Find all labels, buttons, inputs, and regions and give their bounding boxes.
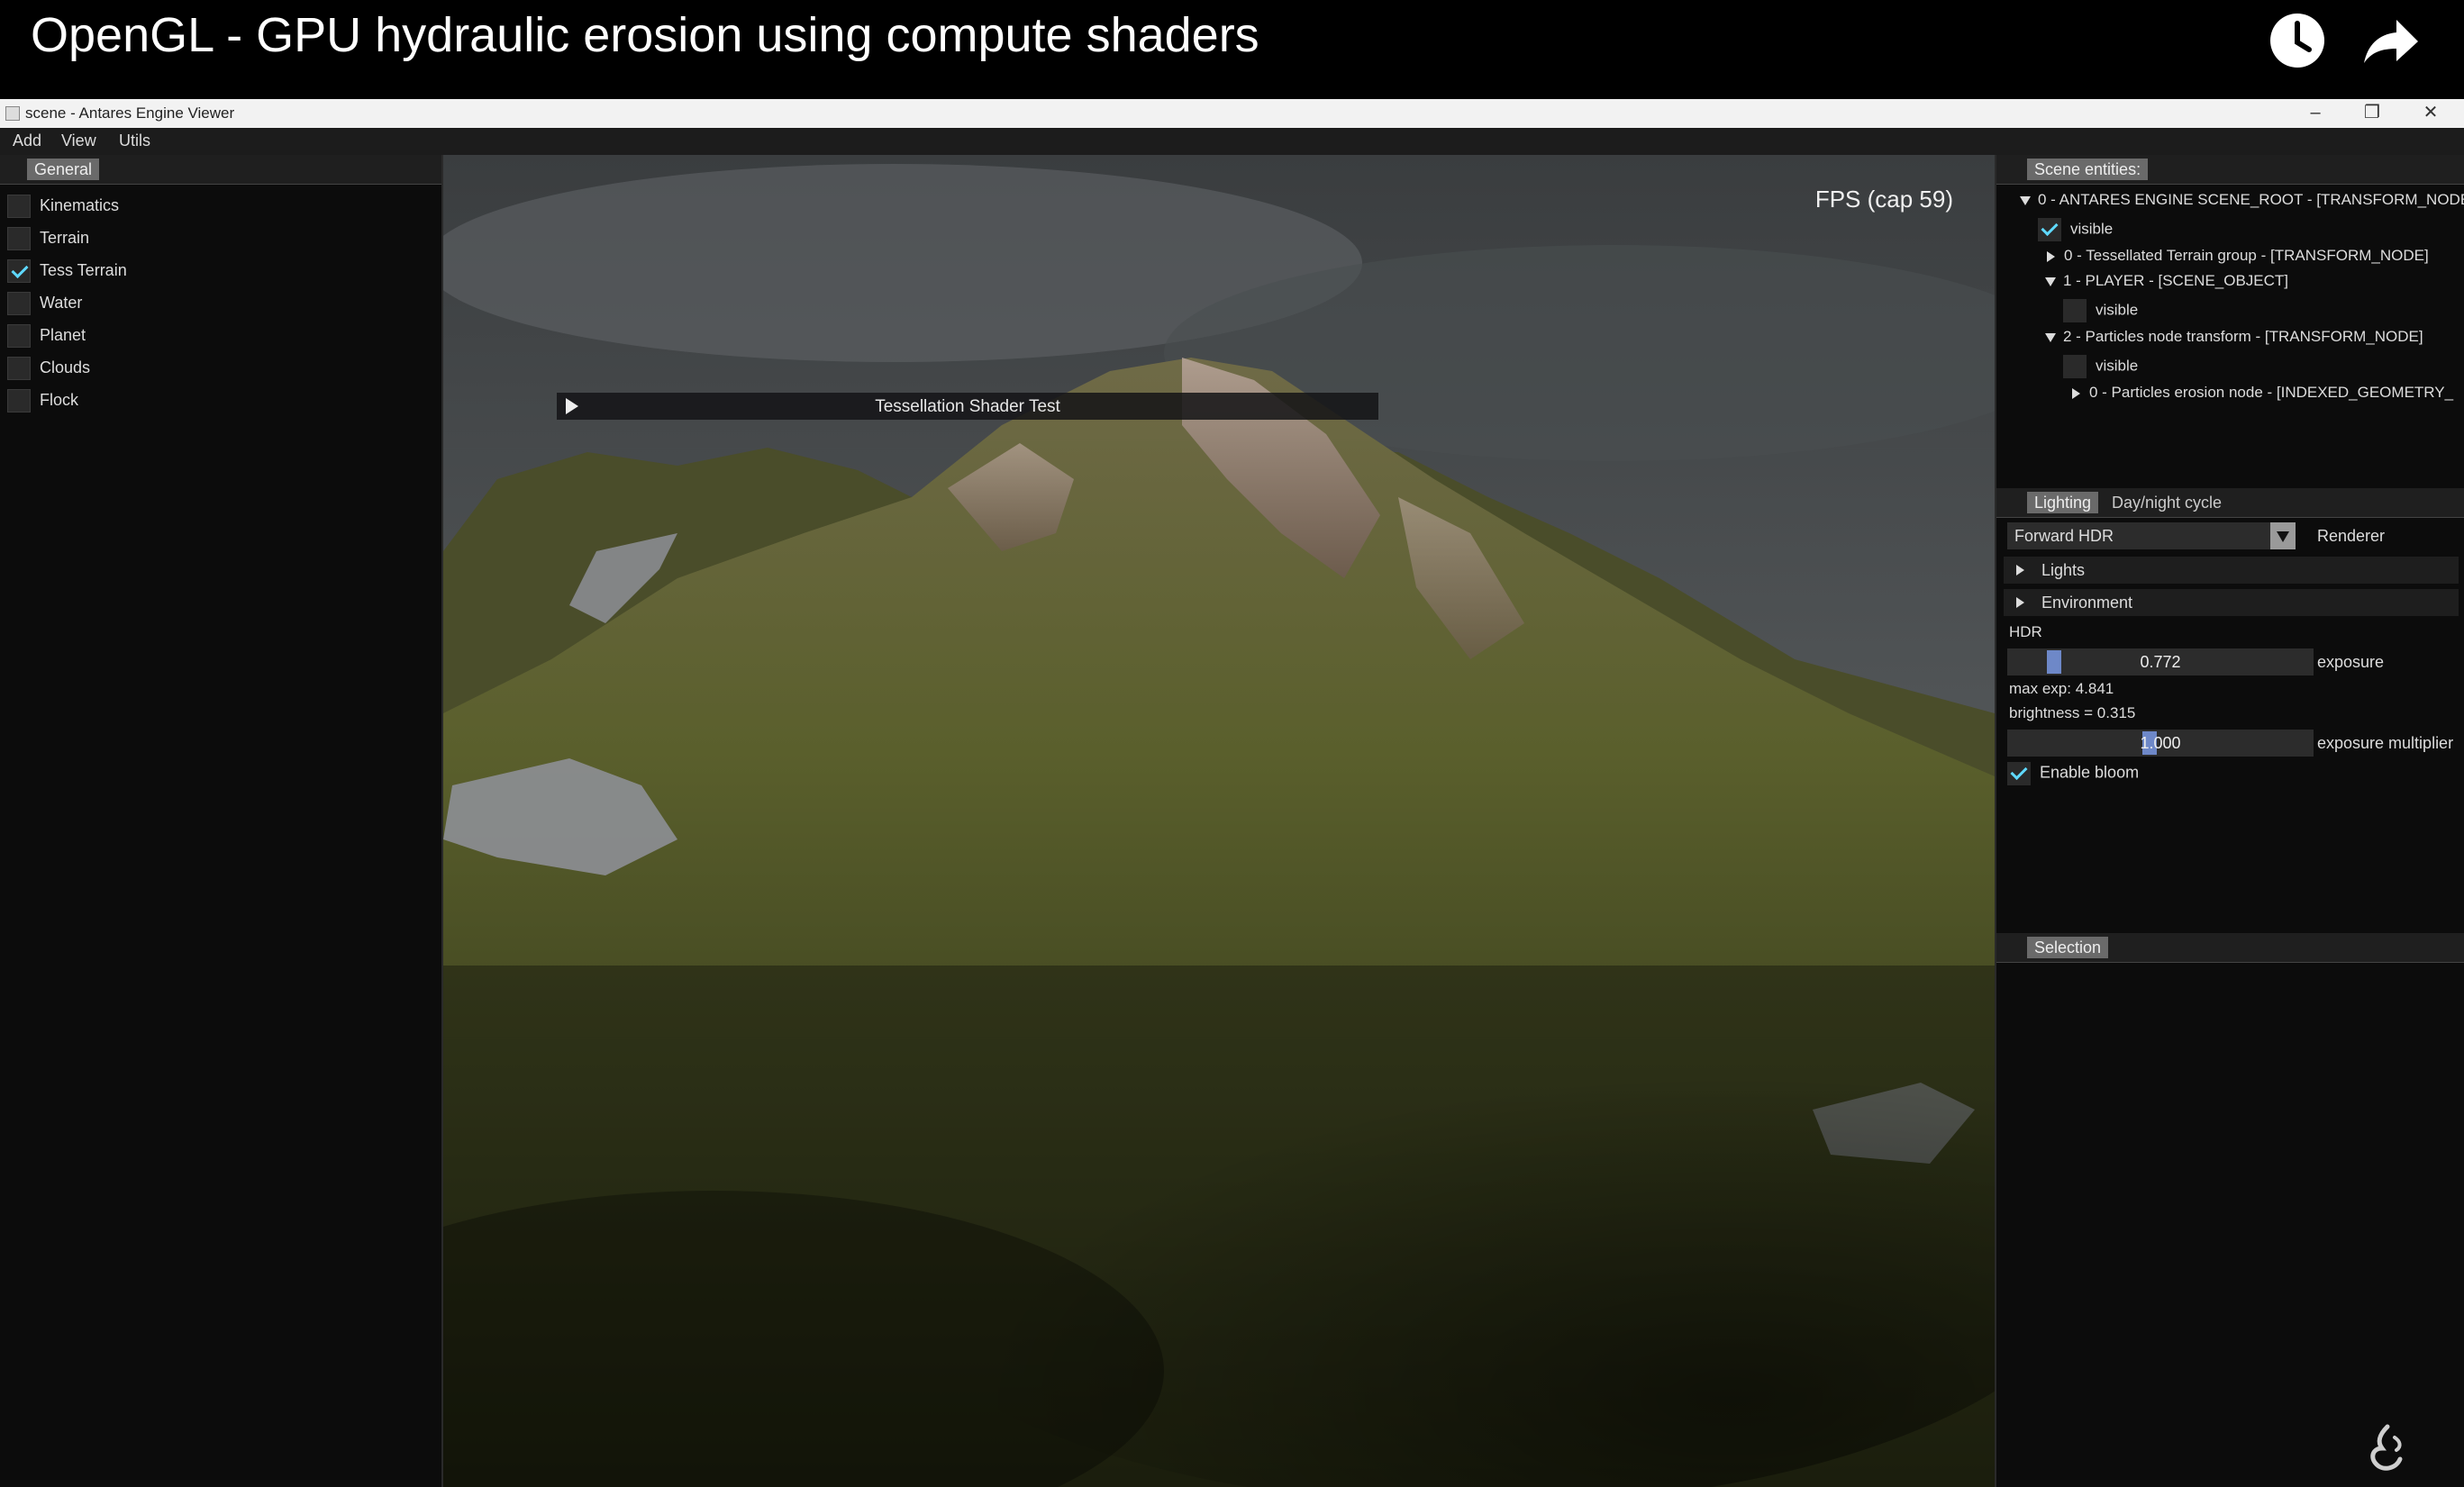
terrain-render bbox=[443, 155, 1995, 1487]
toggle-label: Clouds bbox=[40, 358, 91, 376]
tab-scene-entities[interactable]: Scene entities: bbox=[2027, 159, 2149, 180]
exposure-value: 0.772 bbox=[2140, 653, 2181, 671]
render-viewport[interactable]: FPS (cap 59) Tessellation Shader Test bbox=[443, 155, 1995, 1487]
checkbox[interactable] bbox=[2063, 355, 2087, 378]
toggle-label: Water bbox=[40, 294, 83, 312]
checkbox[interactable] bbox=[7, 389, 31, 413]
tree-node-label: 1 - PLAYER - [SCENE_OBJECT] bbox=[2063, 272, 2289, 289]
share-icon[interactable] bbox=[2360, 9, 2423, 72]
inspector-panel: Scene entities: 0 - ANTARES ENGINE SCENE… bbox=[1995, 155, 2464, 1487]
enable-bloom-toggle[interactable]: Enable bloom bbox=[2007, 762, 2139, 785]
environment-label: Environment bbox=[2041, 594, 2133, 612]
visible-label: visible bbox=[2096, 301, 2139, 319]
tab-day-night-cycle[interactable]: Day/night cycle bbox=[2105, 492, 2229, 513]
renderer-label: Renderer bbox=[2317, 527, 2386, 545]
tessellation-window-collapsed[interactable]: Tessellation Shader Test bbox=[557, 393, 1378, 420]
tree-node-particles-erosion[interactable]: 0 - Particles erosion node - [INDEXED_GE… bbox=[2072, 384, 2453, 407]
tree-visible-particles[interactable]: visible bbox=[2063, 355, 2138, 378]
checkbox-checked[interactable] bbox=[7, 259, 31, 283]
app-icon bbox=[5, 106, 20, 121]
menu-bar: Add View Utils bbox=[0, 128, 2464, 155]
toggle-label: Kinematics bbox=[40, 196, 120, 214]
menu-view[interactable]: View bbox=[61, 131, 96, 150]
selection-header: Selection bbox=[1996, 933, 2464, 963]
dropdown-arrow-icon[interactable] bbox=[2270, 522, 2296, 549]
collapse-arrow-icon[interactable] bbox=[2020, 195, 2031, 205]
tree-node-particles[interactable]: 2 - Particles node transform - [TRANSFOR… bbox=[2045, 328, 2423, 351]
lights-label: Lights bbox=[2041, 561, 2086, 579]
tab-general[interactable]: General bbox=[27, 159, 100, 180]
channel-logo-icon bbox=[2370, 1424, 2403, 1471]
tree-node-label: 0 - Tessellated Terrain group - [TRANSFO… bbox=[2064, 247, 2429, 264]
tree-node-label: 0 - ANTARES ENGINE SCENE_ROOT - [TRANSFO… bbox=[2038, 191, 2464, 208]
tree-node-root[interactable]: 0 - ANTARES ENGINE SCENE_ROOT - [TRANSFO… bbox=[2020, 191, 2464, 214]
scene-entities-header: Scene entities: bbox=[1996, 155, 2464, 185]
video-title-bar: OpenGL - GPU hydraulic erosion using com… bbox=[0, 0, 2464, 99]
exposure-multiplier-value: 1.000 bbox=[2140, 734, 2181, 752]
tab-selection[interactable]: Selection bbox=[2027, 937, 2109, 958]
fps-counter: FPS (cap 59) bbox=[1814, 186, 1953, 213]
renderer-value: Forward HDR bbox=[2014, 527, 2114, 545]
enable-bloom-label: Enable bloom bbox=[2040, 763, 2140, 782]
toggle-label: Terrain bbox=[40, 229, 90, 247]
brightness-text: brightness = 0.315 bbox=[2009, 704, 2136, 721]
expand-arrow-icon[interactable] bbox=[2072, 387, 2080, 399]
toggle-label: Planet bbox=[40, 326, 86, 344]
tree-node-player[interactable]: 1 - PLAYER - [SCENE_OBJECT] bbox=[2045, 272, 2288, 295]
restore-button[interactable]: ❐ bbox=[2345, 99, 2399, 128]
collapse-arrow-icon[interactable] bbox=[2045, 332, 2056, 342]
exposure-multiplier-slider[interactable]: 1.000 bbox=[2007, 730, 2314, 757]
menu-add[interactable]: Add bbox=[13, 131, 41, 150]
max-exp-text: max exp: 4.841 bbox=[2009, 680, 2114, 697]
close-button[interactable]: ✕ bbox=[2404, 99, 2458, 128]
general-panel: General Kinematics Terrain Tess Terrain … bbox=[0, 155, 443, 1487]
environment-section[interactable]: Environment bbox=[2004, 589, 2459, 616]
menu-utils[interactable]: Utils bbox=[119, 131, 150, 150]
checkbox[interactable] bbox=[7, 357, 31, 380]
watch-later-icon[interactable] bbox=[2266, 9, 2329, 72]
checkbox[interactable] bbox=[7, 227, 31, 250]
toggle-label: Flock bbox=[40, 391, 79, 409]
window-titlebar: scene - Antares Engine Viewer – ❐ ✕ bbox=[0, 99, 2464, 128]
checkbox[interactable] bbox=[7, 195, 31, 218]
hdr-label: HDR bbox=[2009, 623, 2042, 640]
lights-section[interactable]: Lights bbox=[2004, 557, 2459, 584]
minimize-button[interactable]: – bbox=[2288, 99, 2342, 128]
lighting-header: Lighting Day/night cycle bbox=[1996, 488, 2464, 518]
expand-arrow-icon[interactable] bbox=[2016, 565, 2024, 576]
tree-node-label: 0 - Particles erosion node - [INDEXED_GE… bbox=[2089, 384, 2454, 401]
tree-node-label: 2 - Particles node transform - [TRANSFOR… bbox=[2063, 328, 2423, 345]
tab-lighting[interactable]: Lighting bbox=[2027, 492, 2099, 513]
collapse-arrow-icon[interactable] bbox=[2045, 277, 2056, 286]
renderer-select[interactable]: Forward HDR bbox=[2007, 522, 2296, 549]
checkbox[interactable] bbox=[2063, 299, 2087, 322]
checkbox-checked[interactable] bbox=[2038, 218, 2061, 241]
video-title[interactable]: OpenGL - GPU hydraulic erosion using com… bbox=[31, 7, 1259, 63]
checkbox-checked[interactable] bbox=[2007, 762, 2031, 785]
window-title: scene - Antares Engine Viewer bbox=[25, 104, 235, 122]
checkbox[interactable] bbox=[7, 324, 31, 348]
exposure-multiplier-label: exposure multiplier bbox=[2317, 734, 2454, 752]
tree-visible-root[interactable]: visible bbox=[2038, 218, 2113, 241]
expand-arrow-icon[interactable] bbox=[2047, 250, 2055, 262]
exposure-label: exposure bbox=[2317, 653, 2385, 671]
checkbox[interactable] bbox=[7, 292, 31, 315]
tree-node-terrain-group[interactable]: 0 - Tessellated Terrain group - [TRANSFO… bbox=[2047, 247, 2429, 270]
exposure-slider[interactable]: 0.772 bbox=[2007, 648, 2314, 675]
tessellation-window-title: Tessellation Shader Test bbox=[875, 397, 1060, 416]
general-panel-header: General bbox=[0, 155, 441, 185]
expand-arrow-icon[interactable] bbox=[2016, 597, 2024, 608]
tree-visible-player[interactable]: visible bbox=[2063, 299, 2138, 322]
visible-label: visible bbox=[2070, 220, 2114, 238]
visible-label: visible bbox=[2096, 357, 2139, 375]
toggle-label: Tess Terrain bbox=[40, 261, 127, 279]
